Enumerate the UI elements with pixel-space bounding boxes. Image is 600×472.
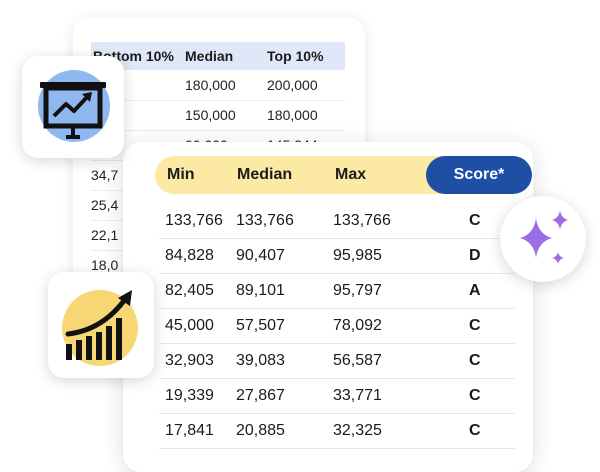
score-header-pill[interactable]: Score* — [426, 156, 532, 194]
cell-score: C — [469, 422, 481, 439]
front-table-card: Min Median Max Score* 133,766 133,766 13… — [123, 142, 533, 472]
table-cell: 180,000 — [185, 77, 236, 93]
table-cell: 200,000 — [267, 77, 318, 93]
cell-score: C — [469, 352, 481, 369]
cell-min: 133,766 — [165, 212, 223, 229]
cell-max: 95,985 — [333, 247, 382, 264]
back-header-median: Median — [185, 48, 234, 64]
cell-median: 89,101 — [236, 282, 285, 299]
back-table-header: Bottom 10% Median Top 10% — [91, 42, 345, 70]
table-row: 133,766 133,766 133,766 C — [159, 204, 515, 239]
cell-score: C — [469, 317, 481, 334]
cell-max: 32,325 — [333, 422, 382, 439]
cell-max: 95,797 — [333, 282, 382, 299]
growth-bars-icon — [62, 290, 138, 366]
sparkle-tile[interactable] — [500, 196, 586, 282]
cell-max: 133,766 — [333, 212, 391, 229]
table-cell: 18,0 — [91, 257, 119, 273]
table-row: 17,841 20,885 32,325 C — [159, 414, 515, 449]
header-max: Max — [335, 166, 367, 183]
cell-median: 20,885 — [236, 422, 285, 439]
table-row: 84,828 90,407 95,985 D — [159, 239, 515, 274]
table-cell: 25,4 — [91, 197, 119, 213]
table-cell: 150,000 — [185, 107, 236, 123]
cell-median: 27,867 — [236, 387, 285, 404]
table-row: 000 180,000 200,000 — [91, 70, 345, 101]
cell-median: 90,407 — [236, 247, 285, 264]
cell-min: 45,000 — [165, 317, 214, 334]
cell-score: C — [469, 387, 481, 404]
cell-max: 78,092 — [333, 317, 382, 334]
table-cell: 34,7 — [91, 167, 119, 183]
cell-score: C — [469, 212, 481, 229]
cell-min: 84,828 — [165, 247, 214, 264]
cell-median: 39,083 — [236, 352, 285, 369]
cell-min: 82,405 — [165, 282, 214, 299]
cell-max: 56,587 — [333, 352, 382, 369]
back-header-top-10: Top 10% — [267, 48, 324, 64]
table-row: 82,405 89,101 95,797 A — [159, 274, 515, 309]
sparkle-icon — [520, 210, 568, 264]
presentation-chart-icon — [38, 70, 110, 142]
table-row: 00 150,000 180,000 — [91, 100, 345, 131]
presentation-tile — [22, 56, 124, 158]
table-cell: 22,1 — [91, 227, 119, 243]
cell-median: 133,766 — [236, 212, 294, 229]
front-table-header: Min Median Max Score* — [155, 156, 532, 194]
header-min: Min — [167, 166, 195, 183]
cell-max: 33,771 — [333, 387, 382, 404]
cell-score: D — [469, 247, 481, 264]
cell-min: 32,903 — [165, 352, 214, 369]
cell-score: A — [469, 282, 481, 299]
table-row: 32,903 39,083 56,587 C — [159, 344, 515, 379]
cell-median: 57,507 — [236, 317, 285, 334]
table-row: 19,339 27,867 33,771 C — [159, 379, 515, 414]
cell-min: 19,339 — [165, 387, 214, 404]
table-row: 45,000 57,507 78,092 C — [159, 309, 515, 344]
growth-tile — [48, 272, 154, 378]
table-cell: 180,000 — [267, 107, 318, 123]
header-median: Median — [237, 166, 293, 183]
cell-min: 17,841 — [165, 422, 214, 439]
